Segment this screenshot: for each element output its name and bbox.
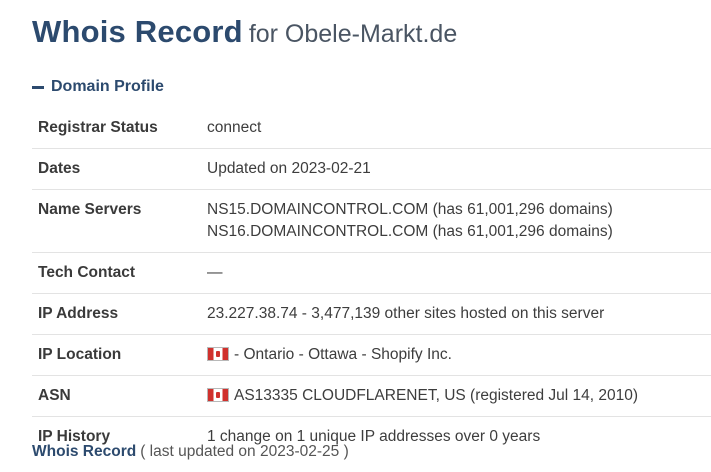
- table-row: Tech Contact —: [32, 252, 711, 294]
- domain-profile-toggle[interactable]: Domain Profile: [32, 78, 164, 96]
- row-label: ASN: [32, 375, 207, 417]
- canada-flag-icon: [207, 388, 229, 402]
- row-label: Registrar Status: [38, 119, 158, 136]
- dates-value: Updated on 2023-02-21: [207, 148, 711, 190]
- table-row: ASN AS13335 CLOUDFLARENET, US (registere…: [32, 375, 711, 417]
- asn-text: AS13335 CLOUDFLARENET, US (registered Ju…: [234, 387, 639, 404]
- name-server-2: NS16.DOMAINCONTROL.COM (has 61,001,296 d…: [207, 223, 613, 240]
- row-label: IP Location: [32, 334, 207, 376]
- row-label: Dates: [32, 148, 207, 190]
- table-row: Registrar Status connect: [32, 108, 711, 149]
- registrar-status-value: connect: [207, 119, 262, 136]
- row-label: Name Servers: [32, 189, 207, 253]
- last-updated-note: ( last updated on 2023-02-25 ): [140, 443, 349, 460]
- domain-profile-table: Registrar Status connect Dates Updated o…: [32, 108, 711, 457]
- name-server-1: NS15.DOMAINCONTROL.COM (has 61,001,296 d…: [207, 201, 613, 218]
- whois-record-footer: Whois Record( last updated on 2023-02-25…: [32, 443, 349, 461]
- asn-value: AS13335 CLOUDFLARENET, US (registered Ju…: [207, 375, 711, 417]
- tech-contact-value: —: [207, 252, 711, 294]
- page-title-main: Whois Record: [32, 14, 243, 49]
- ip-location-value: - Ontario - Ottawa - Shopify Inc.: [207, 334, 711, 376]
- row-label: Tech Contact: [32, 252, 207, 294]
- table-row: Name Servers NS15.DOMAINCONTROL.COM (has…: [32, 189, 711, 253]
- ip-location-text: - Ontario - Ottawa - Shopify Inc.: [234, 346, 452, 363]
- minus-icon: [32, 86, 44, 89]
- section-title: Domain Profile: [51, 78, 164, 95]
- canada-flag-icon: [207, 347, 229, 361]
- page-title: Whois Record for Obele-Markt.de: [32, 14, 457, 50]
- page-title-domain: for Obele-Markt.de: [248, 20, 458, 48]
- ip-address-value: 23.227.38.74 - 3,477,139 other sites hos…: [207, 293, 711, 335]
- table-row: IP Location - Ontario - Ottawa - Shopify…: [32, 334, 711, 376]
- name-servers-value: NS15.DOMAINCONTROL.COM (has 61,001,296 d…: [207, 189, 711, 253]
- row-label: IP Address: [32, 293, 207, 335]
- table-row: IP Address 23.227.38.74 - 3,477,139 othe…: [32, 293, 711, 335]
- whois-record-link[interactable]: Whois Record: [32, 443, 136, 460]
- table-row: Dates Updated on 2023-02-21: [32, 148, 711, 190]
